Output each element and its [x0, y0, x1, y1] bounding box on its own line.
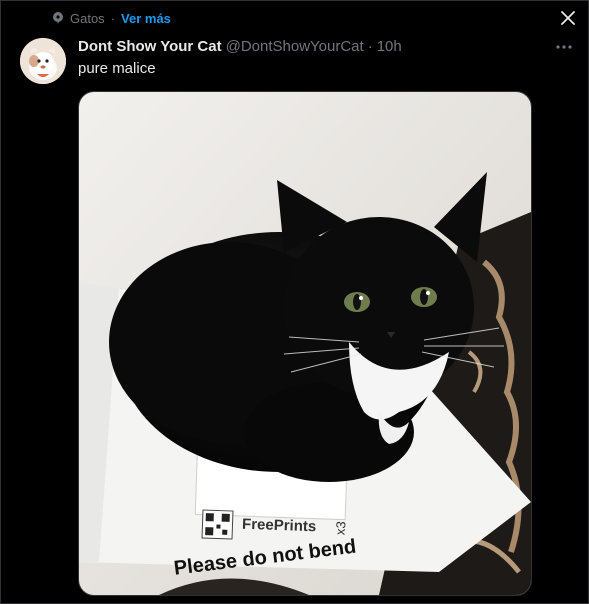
- tweet-text: pure malice: [78, 60, 156, 77]
- header-separator: ·: [367, 38, 373, 55]
- tweet-header: Dont Show Your Cat @DontShowYourCat · 10…: [78, 38, 402, 55]
- post-time[interactable]: 10h: [377, 38, 402, 55]
- community-context: Gatos · Ver más: [52, 10, 171, 26]
- close-icon: [561, 11, 575, 25]
- community-name[interactable]: Gatos: [70, 11, 105, 26]
- tweet-photo[interactable]: FreePrints x3 Please do not bend: [78, 91, 532, 596]
- more-icon: [556, 45, 572, 49]
- close-button[interactable]: [559, 9, 577, 27]
- avatar[interactable]: [20, 38, 66, 84]
- qr-code: [201, 509, 234, 540]
- brand-label: FreePrints: [242, 516, 317, 536]
- community-icon: [52, 12, 64, 24]
- brand-mark: x3: [332, 521, 348, 536]
- display-name[interactable]: Dont Show Your Cat: [78, 38, 222, 55]
- see-more-link[interactable]: Ver más: [121, 11, 171, 26]
- context-separator: ·: [110, 10, 116, 26]
- user-handle[interactable]: @DontShowYourCat: [226, 38, 364, 55]
- more-options-button[interactable]: [553, 38, 575, 56]
